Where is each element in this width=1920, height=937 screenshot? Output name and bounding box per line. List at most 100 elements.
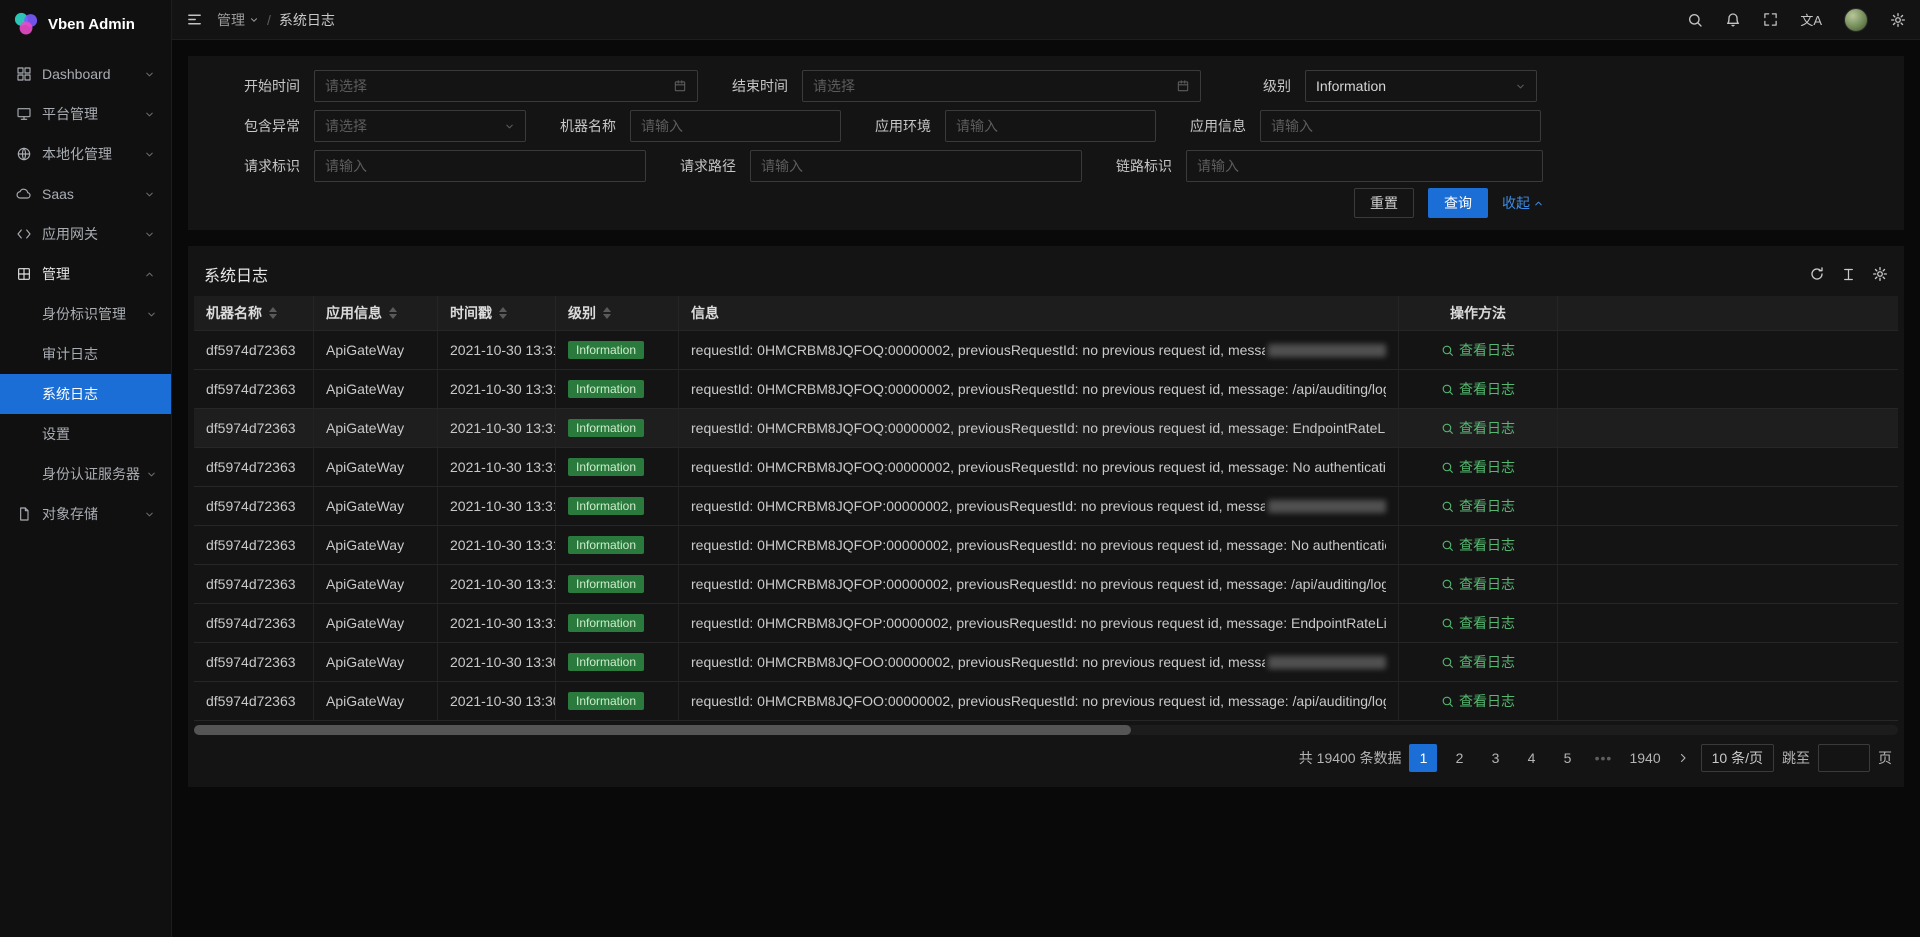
cell-machine-name: df5974d72363	[194, 487, 314, 526]
view-log-button[interactable]: 查看日志	[1441, 496, 1515, 516]
page-button-3[interactable]: 3	[1481, 744, 1509, 772]
cell-actions: 查看日志	[1399, 526, 1558, 565]
sort-carets-icon[interactable]	[603, 307, 611, 319]
field-start-time: 开始时间	[204, 70, 698, 102]
language-translate-icon[interactable]: 文A	[1800, 10, 1822, 29]
trace-id-input[interactable]	[1197, 158, 1532, 174]
jump-page-input[interactable]	[1818, 744, 1870, 772]
sort-carets-icon[interactable]	[499, 307, 507, 319]
view-log-button[interactable]: 查看日志	[1441, 574, 1515, 594]
sidebar-item-management[interactable]: 管理	[0, 254, 171, 294]
search-icon[interactable]	[1687, 12, 1703, 28]
breadcrumb-item-management[interactable]: 管理	[217, 10, 259, 30]
pagination-ellipsis: •••	[1589, 744, 1617, 772]
refresh-icon[interactable]	[1809, 266, 1825, 282]
sidebar-item-dashboard[interactable]: Dashboard	[0, 54, 171, 94]
page-button-5[interactable]: 5	[1553, 744, 1581, 772]
horizontal-scrollbar[interactable]	[194, 725, 1898, 735]
cell-filler	[1558, 370, 1898, 409]
column-header-app-info[interactable]: 应用信息	[314, 296, 438, 331]
sort-carets-icon[interactable]	[389, 307, 397, 319]
level-badge: Information	[568, 380, 644, 398]
column-settings-icon[interactable]	[1872, 266, 1888, 282]
gear-icon[interactable]	[1890, 12, 1906, 28]
view-log-button[interactable]: 查看日志	[1441, 613, 1515, 633]
page-size-select[interactable]: 10 条/页	[1701, 744, 1774, 772]
sidebar-collapse-icon[interactable]	[186, 11, 203, 28]
page-button-2[interactable]: 2	[1445, 744, 1473, 772]
chevron-down-icon	[249, 15, 259, 25]
cell-level: Information	[556, 526, 679, 565]
cell-message: requestId: 0HMCRBM8JQFOO:00000002, previ…	[679, 643, 1399, 682]
start-time-label: 开始时间	[204, 76, 314, 96]
sidebar: Vben Admin Dashboard平台管理本地化管理Saas应用网关管理身…	[0, 0, 172, 937]
view-log-button[interactable]: 查看日志	[1441, 340, 1515, 360]
page-button-1940[interactable]: 1940	[1625, 744, 1664, 772]
cell-filler	[1558, 526, 1898, 565]
app-logo[interactable]: Vben Admin	[0, 0, 171, 48]
redacted-text	[1268, 500, 1386, 513]
table-row: df5974d72363ApiGateWay2021-10-30 13:31:3…	[194, 409, 1898, 448]
sidebar-item-settings[interactable]: 设置	[0, 414, 171, 454]
notification-bell-icon[interactable]	[1725, 12, 1741, 28]
sidebar-item-saas[interactable]: Saas	[0, 174, 171, 214]
machine-name-input[interactable]	[641, 118, 830, 134]
vben-logo-icon	[12, 10, 40, 38]
page-button-1[interactable]: 1	[1409, 744, 1437, 772]
view-log-button[interactable]: 查看日志	[1441, 457, 1515, 477]
row-height-icon[interactable]	[1841, 267, 1856, 282]
view-log-button[interactable]: 查看日志	[1441, 652, 1515, 672]
pagination: 共 19400 条数据 12345•••1940 10 条/页 跳至 页	[194, 735, 1898, 781]
main-area: 管理 / 系统日志 文A	[172, 0, 1920, 937]
sidebar-item-audit-log[interactable]: 审计日志	[0, 334, 171, 374]
fullscreen-icon[interactable]	[1763, 12, 1778, 27]
app-env-input[interactable]	[956, 118, 1145, 134]
include-exception-label: 包含异常	[204, 116, 314, 136]
app-title: Vben Admin	[48, 16, 135, 33]
start-time-input[interactable]	[325, 78, 665, 94]
view-log-button[interactable]: 查看日志	[1441, 691, 1515, 711]
view-log-button[interactable]: 查看日志	[1441, 379, 1515, 399]
column-header-machine-name[interactable]: 机器名称	[194, 296, 314, 331]
sidebar-item-system-log[interactable]: 系统日志	[0, 374, 171, 414]
next-page-button[interactable]	[1673, 744, 1693, 772]
request-id-label: 请求标识	[204, 156, 314, 176]
scrollbar-thumb[interactable]	[194, 725, 1131, 735]
search-icon	[1441, 695, 1454, 708]
level-select[interactable]: Information	[1305, 70, 1537, 102]
sidebar-item-identity-management[interactable]: 身份标识管理	[0, 294, 171, 334]
topbar: 管理 / 系统日志 文A	[172, 0, 1920, 40]
collapse-link[interactable]: 收起	[1502, 193, 1544, 213]
level-badge: Information	[568, 653, 644, 671]
cell-message: requestId: 0HMCRBM8JQFOP:00000002, previ…	[679, 526, 1399, 565]
sidebar-item-localization-management[interactable]: 本地化管理	[0, 134, 171, 174]
query-button[interactable]: 查询	[1428, 188, 1488, 218]
sidebar-item-application-gateway[interactable]: 应用网关	[0, 214, 171, 254]
redacted-text	[1268, 344, 1386, 357]
column-header-level[interactable]: 级别	[556, 296, 679, 331]
cell-machine-name: df5974d72363	[194, 370, 314, 409]
sidebar-item-object-storage[interactable]: 对象存储	[0, 494, 171, 534]
sidebar-item-auth-server[interactable]: 身份认证服务器	[0, 454, 171, 494]
page-button-4[interactable]: 4	[1517, 744, 1545, 772]
sort-carets-icon[interactable]	[269, 307, 277, 319]
sidebar-item-platform-management[interactable]: 平台管理	[0, 94, 171, 134]
end-time-input[interactable]	[813, 78, 1168, 94]
view-log-button[interactable]: 查看日志	[1441, 535, 1515, 555]
pagination-pages: 12345 ••• 1940	[1409, 744, 1664, 772]
reset-button[interactable]: 重置	[1354, 188, 1414, 218]
avatar[interactable]	[1844, 8, 1868, 32]
breadcrumb: 管理 / 系统日志	[217, 10, 335, 30]
view-log-button[interactable]: 查看日志	[1441, 418, 1515, 438]
app-info-input[interactable]	[1271, 118, 1530, 134]
column-header-timestamp[interactable]: 时间戳	[438, 296, 556, 331]
request-path-input[interactable]	[761, 158, 1071, 174]
cell-timestamp: 2021-10-30 13:31:36	[438, 487, 556, 526]
include-exception-select[interactable]: 请选择	[314, 110, 526, 142]
table-row: df5974d72363ApiGateWay2021-10-30 13:30:4…	[194, 643, 1898, 682]
cell-level: Information	[556, 409, 679, 448]
chevron-down-icon	[144, 69, 155, 80]
cell-actions: 查看日志	[1399, 448, 1558, 487]
chevron-down-icon	[146, 309, 157, 320]
request-id-input[interactable]	[325, 158, 635, 174]
